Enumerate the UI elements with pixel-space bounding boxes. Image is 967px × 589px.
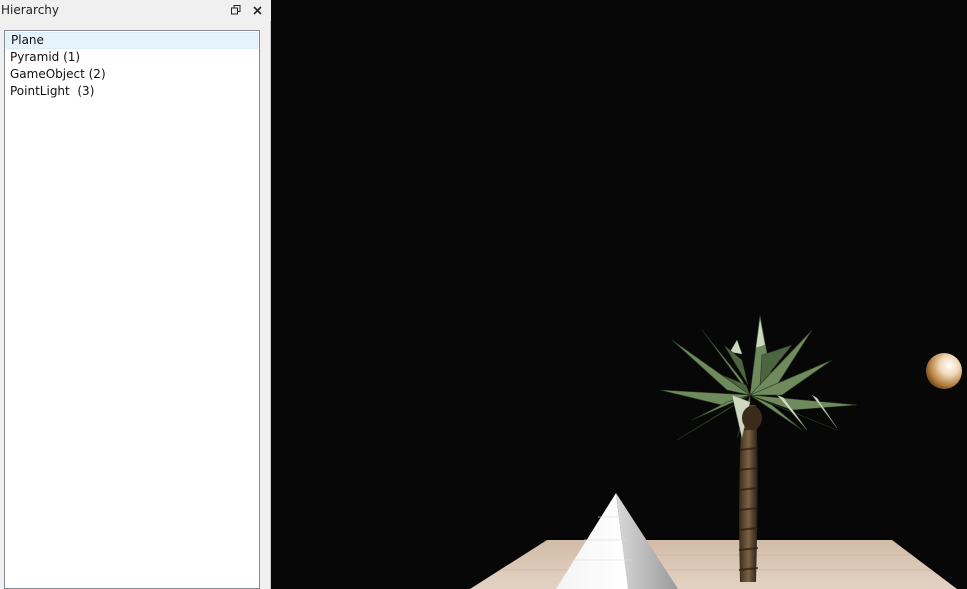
tree-item-pointlight[interactable]: PointLight (3) bbox=[6, 83, 258, 100]
tree-item-pyramid[interactable]: Pyramid (1) bbox=[6, 49, 258, 66]
tree-item-plane[interactable]: Plane bbox=[6, 32, 258, 49]
ground-plane bbox=[470, 540, 957, 589]
panel-title: Hierarchy bbox=[1, 3, 60, 17]
panel-titlebar[interactable]: Hierarchy bbox=[0, 0, 271, 21]
hierarchy-panel: Hierarchy Plane Pyramid (1) GameObject (… bbox=[0, 0, 271, 589]
restore-window-icon[interactable] bbox=[228, 2, 244, 18]
scene-viewport[interactable] bbox=[272, 0, 967, 589]
tree-item-gameobject[interactable]: GameObject (2) bbox=[6, 66, 258, 83]
hierarchy-tree[interactable]: Plane Pyramid (1) GameObject (2) PointLi… bbox=[4, 30, 260, 589]
close-icon[interactable] bbox=[249, 2, 265, 18]
sphere-object bbox=[926, 353, 962, 389]
